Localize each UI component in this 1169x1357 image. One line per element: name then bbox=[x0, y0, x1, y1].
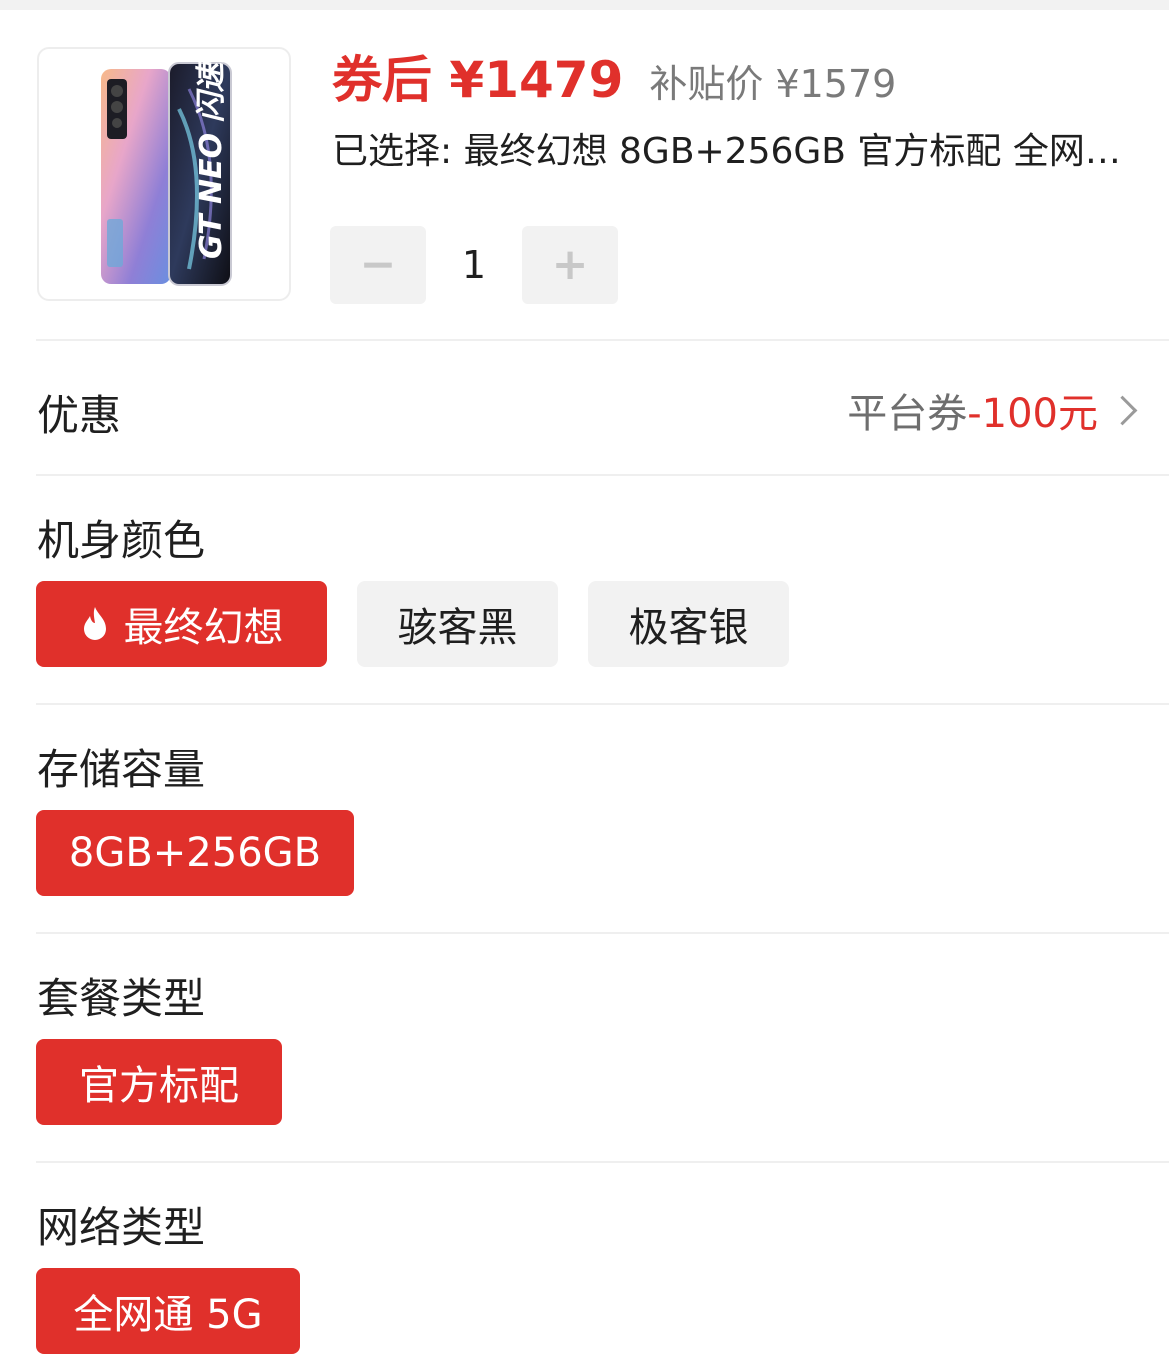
top-bar bbox=[0, 0, 1169, 10]
promo-selector[interactable]: 平台券 -100元 bbox=[847, 380, 1138, 440]
divider bbox=[36, 932, 1169, 934]
color-options: 最终幻想 骇客黑 极客银 bbox=[36, 581, 789, 667]
color-option-label: 最终幻想 bbox=[123, 605, 284, 651]
quantity-value[interactable]: 1 bbox=[426, 243, 522, 287]
increase-button[interactable]: + bbox=[522, 226, 618, 304]
chevron-right-icon bbox=[1107, 395, 1138, 425]
storage-options: 8GB+256GB bbox=[36, 810, 354, 896]
subsidy-price: 补贴价 ¥1579 bbox=[649, 62, 897, 106]
color-option-final-fantasy[interactable]: 最终幻想 bbox=[36, 581, 327, 667]
network-options: 全网通 5G bbox=[36, 1268, 300, 1354]
storage-option-label: 8GB+256GB bbox=[68, 830, 322, 876]
product-thumbnail[interactable]: GT NEO 闪速版 bbox=[37, 47, 291, 301]
divider bbox=[36, 474, 1169, 476]
divider bbox=[36, 339, 1169, 341]
promo-amount: -100元 bbox=[967, 391, 1098, 437]
divider bbox=[36, 703, 1169, 705]
package-options: 官方标配 bbox=[36, 1039, 282, 1125]
divider bbox=[36, 1161, 1169, 1163]
network-option[interactable]: 全网通 5G bbox=[36, 1268, 300, 1354]
promo-prefix: 平台券 bbox=[847, 391, 968, 437]
color-option-hacker-black[interactable]: 骇客黑 bbox=[357, 581, 558, 667]
coupon-price: 券后 ¥1479 bbox=[332, 51, 624, 109]
price-row: 券后 ¥1479 补贴价 ¥1579 bbox=[332, 40, 896, 110]
storage-label: 存储容量 bbox=[37, 745, 206, 794]
flame-icon bbox=[83, 607, 106, 640]
package-option[interactable]: 官方标配 bbox=[36, 1039, 282, 1125]
package-option-label: 官方标配 bbox=[79, 1063, 239, 1109]
color-option-label: 极客银 bbox=[628, 605, 749, 651]
color-option-geek-silver[interactable]: 极客银 bbox=[588, 581, 789, 667]
network-option-label: 全网通 5G bbox=[73, 1292, 263, 1338]
promo-label: 优惠 bbox=[37, 391, 122, 440]
package-label: 套餐类型 bbox=[37, 974, 206, 1023]
phone-image: GT NEO 闪速版 bbox=[101, 49, 232, 286]
color-option-label: 骇客黑 bbox=[397, 605, 518, 651]
color-label: 机身颜色 bbox=[37, 516, 206, 565]
quantity-stepper: − 1 + bbox=[330, 226, 618, 304]
storage-option[interactable]: 8GB+256GB bbox=[36, 810, 354, 896]
network-label: 网络类型 bbox=[37, 1203, 206, 1252]
selected-spec-summary: 已选择: 最终幻想 8GB+256GB 官方标配 全网通 5G bbox=[332, 131, 1132, 172]
brand-text: GT NEO 闪速版 bbox=[194, 49, 229, 259]
decrease-button[interactable]: − bbox=[330, 226, 426, 304]
